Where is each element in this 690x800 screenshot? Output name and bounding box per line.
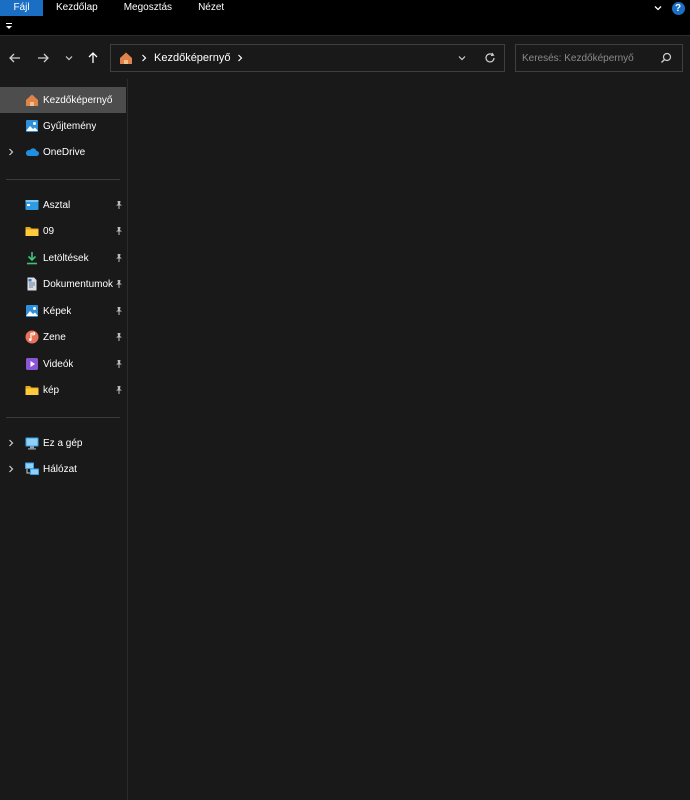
pin-icon[interactable] (114, 385, 124, 395)
sidebar-item-network[interactable]: Hálózat (0, 456, 126, 482)
customize-quick-access-icon[interactable] (4, 20, 14, 30)
search-icon (661, 52, 672, 63)
pin-icon[interactable] (114, 226, 124, 236)
pin-icon[interactable] (114, 306, 124, 316)
navigation-pane: Kezdőképernyő Gyűjtemény OneDrive Asztal (0, 79, 128, 800)
sidebar-item-label: Gyűjtemény (43, 120, 97, 132)
sidebar-item-label: Hálózat (43, 463, 77, 475)
expand-ribbon-chevron-icon[interactable] (650, 0, 666, 16)
expand-chevron-icon[interactable] (6, 147, 16, 157)
sidebar-item-label: Videók (43, 358, 74, 370)
chevron-down-icon (458, 56, 466, 61)
sidebar-item-label: Képek (43, 305, 72, 317)
sidebar-divider (6, 417, 120, 418)
arrow-up-icon (88, 52, 98, 63)
sidebar-item-label: Asztal (43, 199, 71, 211)
sidebar-item-desktop[interactable]: Asztal (0, 192, 126, 218)
sidebar-item-label: OneDrive (43, 146, 86, 158)
onedrive-cloud-icon (25, 148, 39, 156)
address-history-dropdown[interactable] (448, 45, 476, 71)
recent-locations-button[interactable] (60, 49, 78, 67)
help-button[interactable]: ? (670, 0, 686, 16)
pin-icon[interactable] (114, 332, 124, 342)
search-input[interactable] (522, 49, 656, 67)
pin-icon[interactable] (114, 253, 124, 263)
home-icon (26, 94, 38, 106)
breadcrumb-separator-icon[interactable] (234, 52, 246, 64)
help-icon: ? (671, 1, 685, 15)
sidebar-item-videos[interactable]: Videók (0, 351, 126, 377)
address-row: Kezdőképernyő (0, 37, 690, 79)
quick-access-toolbar (0, 16, 690, 36)
sidebar-item-pictures[interactable]: Képek (0, 298, 126, 324)
sidebar-item-label: Kezdőképernyő (43, 94, 113, 106)
sidebar-item-label: Ez a gép (43, 437, 83, 449)
sidebar-item-folder-kep[interactable]: kép (0, 377, 126, 403)
sidebar-item-this-pc[interactable]: Ez a gép (0, 430, 126, 456)
pin-icon[interactable] (114, 359, 124, 369)
music-icon (25, 330, 39, 344)
tab-share[interactable]: Megosztás (111, 0, 185, 16)
sidebar-item-music[interactable]: Zene (0, 324, 126, 350)
sidebar-divider (6, 179, 120, 180)
arrow-right-icon (38, 53, 49, 63)
pin-icon[interactable] (114, 279, 124, 289)
sidebar-item-label: Dokumentumok (43, 278, 114, 290)
sidebar-item-label: 09 (43, 225, 55, 237)
tab-view[interactable]: Nézet (185, 0, 237, 16)
refresh-icon (485, 52, 495, 63)
home-icon (120, 52, 132, 64)
breadcrumb-separator-icon[interactable] (138, 52, 150, 64)
this-pc-icon (25, 437, 39, 450)
sidebar-item-folder-09[interactable]: 09 (0, 218, 126, 244)
gallery-icon (26, 120, 38, 132)
pin-icon[interactable] (114, 200, 124, 210)
back-button[interactable] (6, 49, 24, 67)
expand-chevron-icon[interactable] (6, 438, 16, 448)
folder-icon (25, 386, 39, 395)
network-icon (25, 462, 39, 475)
desktop-folder-icon (25, 200, 39, 210)
sidebar-item-downloads[interactable]: Letöltések (0, 245, 126, 271)
search-box[interactable] (515, 44, 683, 72)
file-list-area[interactable] (129, 79, 690, 800)
address-bar[interactable]: Kezdőképernyő (110, 44, 505, 72)
download-icon (27, 252, 37, 265)
expand-chevron-icon[interactable] (6, 464, 16, 474)
chevron-down-icon (65, 56, 73, 61)
arrow-left-icon (9, 53, 20, 63)
folder-icon (25, 227, 39, 236)
videos-icon (26, 358, 38, 370)
sidebar-item-label: Zene (43, 331, 66, 343)
sidebar-item-gallery[interactable]: Gyűjtemény (0, 113, 126, 139)
breadcrumb-home[interactable]: Kezdőképernyő (154, 52, 230, 64)
pictures-icon (26, 305, 38, 317)
up-button[interactable] (84, 49, 102, 67)
forward-button[interactable] (34, 49, 52, 67)
tab-file[interactable]: Fájl (0, 0, 43, 16)
refresh-button[interactable] (476, 45, 504, 71)
sidebar-item-label: Letöltések (43, 252, 89, 264)
sidebar-item-documents[interactable]: Dokumentumok (0, 271, 126, 297)
sidebar-item-onedrive[interactable]: OneDrive (0, 139, 126, 165)
sidebar-item-home[interactable]: Kezdőképernyő (0, 87, 126, 113)
tab-home[interactable]: Kezdőlap (43, 0, 111, 16)
sidebar-item-label: kép (43, 384, 60, 396)
documents-icon (27, 277, 37, 291)
ribbon-tab-bar: Fájl Kezdőlap Megosztás Nézet ? (0, 0, 690, 16)
